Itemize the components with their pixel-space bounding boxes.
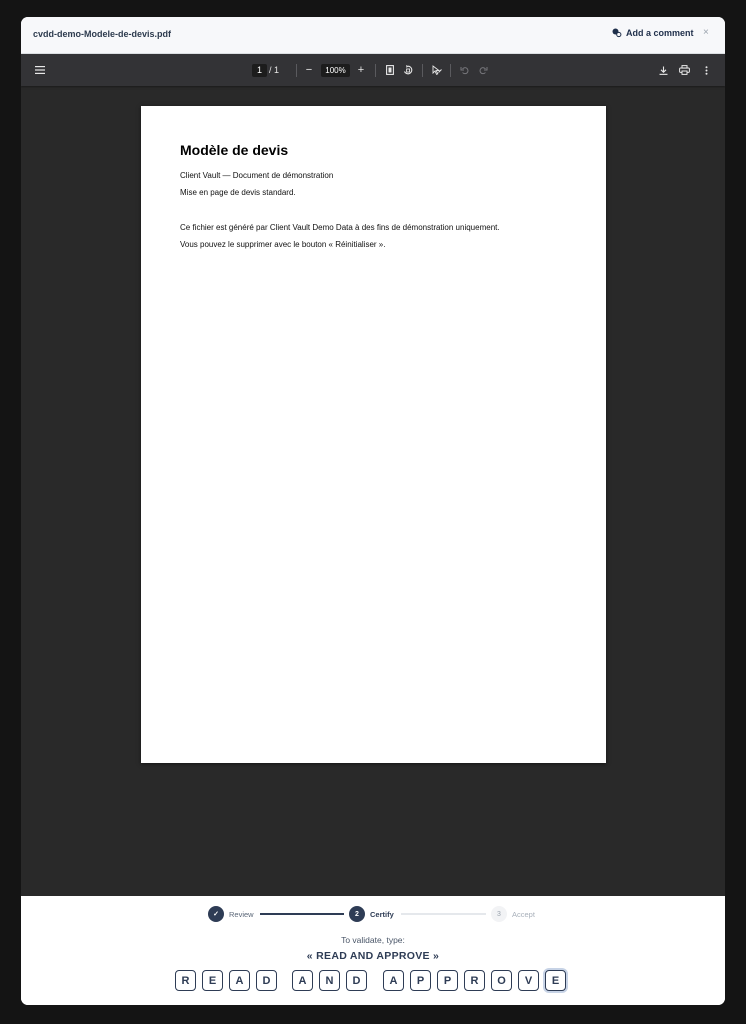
- close-icon[interactable]: ×: [703, 27, 709, 38]
- rotate-icon[interactable]: [402, 54, 414, 86]
- step-connector: [401, 913, 486, 915]
- step-accept-label: Accept: [512, 910, 535, 919]
- toolbar-divider: [422, 64, 423, 77]
- step-certify-label: Certify: [370, 910, 394, 919]
- letter-input[interactable]: P: [410, 970, 431, 991]
- letter-input[interactable]: E: [202, 970, 223, 991]
- add-comment-label: Add a comment: [626, 28, 694, 38]
- zoom-in-button[interactable]: +: [356, 54, 366, 86]
- page-total: / 1: [269, 65, 280, 75]
- undo-icon[interactable]: [458, 54, 470, 86]
- more-options-icon[interactable]: [701, 54, 711, 86]
- validation-phrase: « READ AND APPROVE »: [306, 950, 440, 962]
- letter-input[interactable]: A: [292, 970, 313, 991]
- pdf-toolbar: 1 / 1 − 100% +: [21, 54, 725, 86]
- letter-input[interactable]: D: [256, 970, 277, 991]
- validation-instruction: To validate, type:: [341, 935, 405, 945]
- toolbar-divider: [450, 64, 451, 77]
- fit-page-icon[interactable]: [384, 54, 396, 86]
- pdf-viewer: 1 / 1 − 100% + Modèle de devis Client Va…: [21, 54, 725, 896]
- letter-input[interactable]: E: [545, 970, 566, 991]
- comment-icon: [612, 28, 622, 38]
- letter-input[interactable]: R: [464, 970, 485, 991]
- certification-panel: ✓ Review 2 Certify 3 Accept To validate,…: [21, 896, 725, 1005]
- add-comment-button[interactable]: Add a comment: [612, 28, 694, 38]
- zoom-out-button[interactable]: −: [304, 54, 314, 86]
- annotate-icon[interactable]: [431, 54, 443, 86]
- document-line: Ce fichier est généré par Client Vault D…: [180, 223, 500, 232]
- step-connector: [260, 913, 344, 915]
- document-line: Vous pouvez le supprimer avec le bouton …: [180, 240, 386, 249]
- step-review-label: Review: [229, 910, 254, 919]
- letter-input[interactable]: O: [491, 970, 512, 991]
- download-icon[interactable]: [657, 54, 669, 86]
- toolbar-divider: [296, 64, 297, 77]
- modal-header: cvdd-demo-Modele-de-devis.pdf Add a comm…: [21, 17, 725, 54]
- pdf-page: Modèle de devis Client Vault — Document …: [141, 106, 606, 763]
- step-review-check-icon: ✓: [208, 906, 224, 922]
- redo-icon[interactable]: [477, 54, 489, 86]
- print-icon[interactable]: [678, 54, 691, 86]
- letter-input[interactable]: A: [229, 970, 250, 991]
- file-name: cvdd-demo-Modele-de-devis.pdf: [33, 29, 172, 39]
- letter-input[interactable]: N: [319, 970, 340, 991]
- document-heading: Modèle de devis: [180, 142, 289, 158]
- letter-input[interactable]: R: [175, 970, 196, 991]
- letter-input[interactable]: D: [346, 970, 367, 991]
- step-certify-number: 2: [349, 906, 365, 922]
- toolbar-divider: [375, 64, 376, 77]
- document-modal: cvdd-demo-Modele-de-devis.pdf Add a comm…: [21, 17, 725, 1005]
- menu-icon[interactable]: [33, 54, 47, 86]
- letter-input[interactable]: V: [518, 970, 539, 991]
- document-line: Mise en page de devis standard.: [180, 188, 296, 197]
- letter-input[interactable]: P: [437, 970, 458, 991]
- zoom-level[interactable]: 100%: [321, 64, 350, 77]
- document-line: Client Vault — Document de démonstration: [180, 171, 334, 180]
- letter-input[interactable]: A: [383, 970, 404, 991]
- page-number-input[interactable]: 1: [252, 64, 267, 77]
- step-accept-number: 3: [491, 906, 507, 922]
